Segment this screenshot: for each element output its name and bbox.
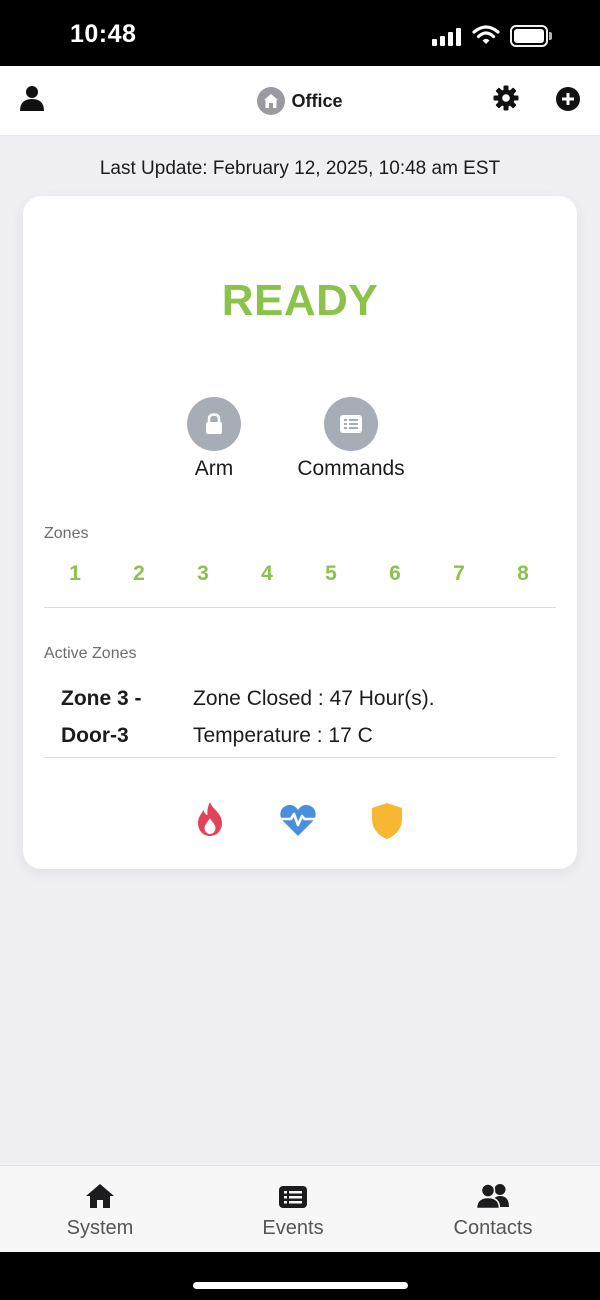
zone-5[interactable]: 5	[311, 562, 351, 586]
add-circle-icon[interactable]	[556, 87, 580, 111]
zone-4[interactable]: 4	[247, 562, 287, 586]
zone-6[interactable]: 6	[375, 562, 415, 586]
nav-system-label: System	[66, 1217, 134, 1239]
home-indicator[interactable]	[193, 1282, 408, 1289]
bottom-nav: System Events Contacts	[0, 1165, 600, 1252]
home-icon	[86, 1184, 114, 1208]
last-update-text: Last Update: February 12, 2025, 10:48 am…	[99, 158, 501, 179]
system-status: READY	[221, 276, 379, 325]
users-icon	[476, 1183, 509, 1209]
home-indicator-area	[0, 1252, 600, 1300]
zone-8[interactable]: 8	[503, 562, 543, 586]
arm-button[interactable]: Arm	[134, 397, 294, 481]
nav-events[interactable]: Events	[193, 1166, 393, 1253]
shield-icon[interactable]	[370, 802, 404, 840]
commands-button[interactable]: Commands	[271, 397, 431, 481]
zone-7[interactable]: 7	[439, 562, 479, 586]
commands-label: Commands	[297, 457, 405, 480]
zones-divider	[44, 607, 556, 608]
zone-1[interactable]: 1	[55, 562, 95, 586]
active-zone-info: Zone Closed : 47 Hour(s). Temperature : …	[193, 680, 553, 754]
list-icon	[279, 1186, 307, 1208]
user-profile-icon[interactable]	[20, 85, 44, 111]
nav-system[interactable]: System	[0, 1166, 200, 1253]
system-status-card: READY Arm Commands Zones 1 2 3 4 5 6 7 8…	[23, 196, 577, 869]
zone-2[interactable]: 2	[119, 562, 159, 586]
zone-3[interactable]: 3	[183, 562, 223, 586]
app-header: Office	[0, 66, 600, 136]
house-icon	[257, 87, 286, 115]
gear-icon[interactable]	[493, 85, 519, 111]
active-zone-name-line1: Zone 3 -	[61, 687, 142, 710]
heart-pulse-icon[interactable]	[279, 803, 317, 837]
active-zone-name-line2: Door-3	[61, 724, 129, 747]
nav-events-label: Events	[262, 1217, 324, 1239]
site-title[interactable]: Office	[291, 91, 342, 112]
zones-row: 1 2 3 4 5 6 7 8	[44, 562, 556, 592]
zone-closed-text: Zone Closed : 47 Hour(s).	[193, 687, 435, 710]
status-bar: 10:48	[0, 0, 600, 66]
fire-icon[interactable]	[194, 801, 226, 837]
nav-contacts[interactable]: Contacts	[393, 1166, 593, 1253]
status-time: 10:48	[70, 20, 137, 48]
battery-icon	[510, 25, 552, 47]
temperature-text: Temperature : 17 C	[193, 724, 373, 747]
active-zone-name: Zone 3 - Door-3	[61, 680, 181, 754]
arm-label: Arm	[194, 457, 234, 480]
nav-contacts-label: Contacts	[453, 1217, 533, 1239]
zones-label: Zones	[44, 525, 89, 542]
active-zones-label: Active Zones	[44, 645, 137, 662]
lock-icon	[187, 397, 241, 451]
cellular-signal-icon	[432, 28, 462, 46]
wifi-icon	[472, 25, 500, 44]
list-icon	[324, 397, 378, 451]
active-zones-divider	[44, 757, 556, 758]
